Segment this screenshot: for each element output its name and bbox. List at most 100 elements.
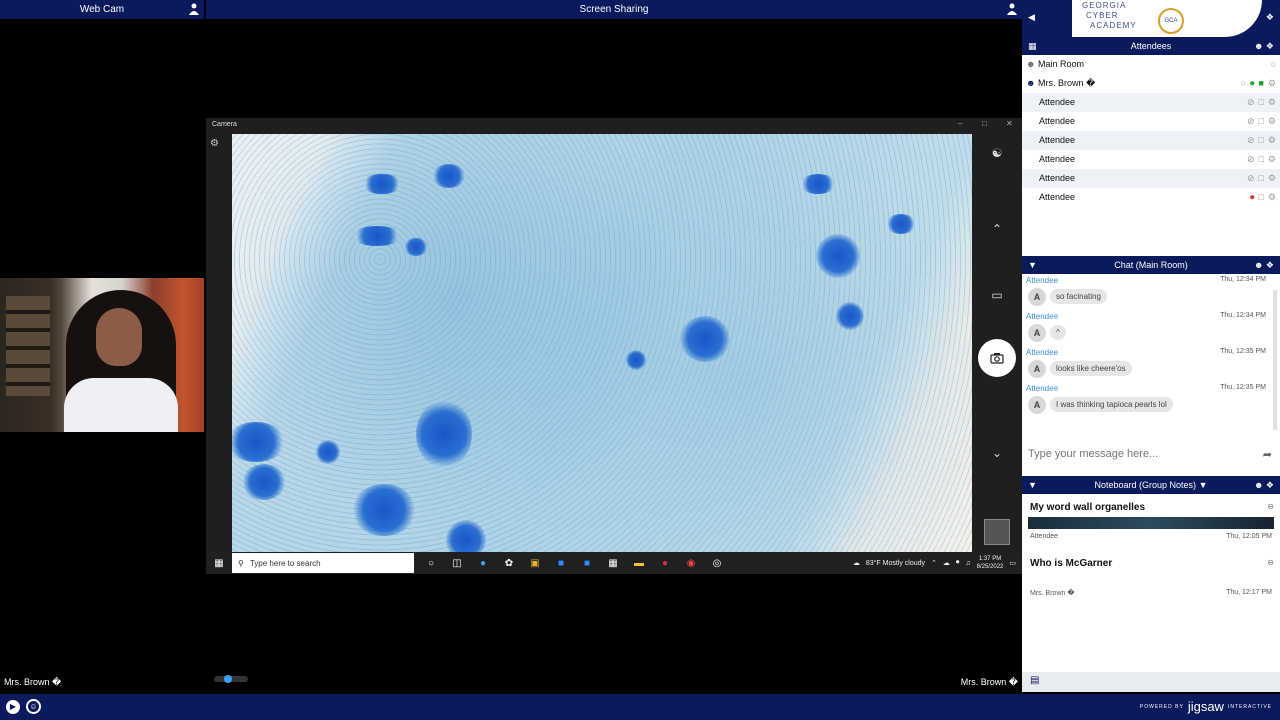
emoji-icon[interactable]: ☺ xyxy=(26,699,41,714)
video-off-icon[interactable]: □ xyxy=(1258,188,1263,207)
camera-app-icon[interactable]: ◎ xyxy=(708,554,726,572)
camera-switch-icon[interactable]: ☯ xyxy=(972,146,1022,160)
video-off-icon[interactable]: □ xyxy=(1258,150,1263,169)
gear-icon[interactable]: ⚙ xyxy=(1268,93,1276,112)
clipboard-icon[interactable]: ▤ xyxy=(1030,675,1039,686)
cloud-icon: ☁ xyxy=(942,560,950,567)
chrome-profile-icon[interactable]: ● xyxy=(656,554,674,572)
collapse-noteboard-icon[interactable]: ▼ xyxy=(1028,476,1037,494)
attendees-actions-icon[interactable]: ☻ ❖ xyxy=(1254,37,1274,55)
attendee-row[interactable]: Attendee ⊘ □ ⚙ xyxy=(1022,112,1280,131)
mic-icon: ⏺ xyxy=(955,559,960,566)
note-card[interactable]: My word wall organelles ⊖ Attendee Thu, … xyxy=(1022,502,1280,540)
chat-scrollbar[interactable] xyxy=(1273,290,1277,430)
send-icon[interactable]: ➦ xyxy=(1263,448,1272,461)
pin-icon[interactable]: ❖ xyxy=(1266,12,1274,23)
cortana-icon[interactable]: ○ xyxy=(422,554,440,572)
chat-message: Attendee Thu, 12:35 PM A I was thinking … xyxy=(1022,382,1280,418)
user-icon[interactable] xyxy=(189,3,199,15)
main-room-row[interactable]: ☻ Main Room ○ xyxy=(1022,55,1280,74)
gear-icon[interactable]: ⚙ xyxy=(1268,131,1276,150)
camera-settings-icon[interactable]: ⚙ xyxy=(210,138,219,149)
message-time: Thu, 12:35 PM xyxy=(1220,384,1266,391)
noteboard-dropdown-icon[interactable]: ▼ xyxy=(1199,480,1208,490)
zoom-slider[interactable] xyxy=(214,675,248,683)
chat-messages: Attendee Thu, 12:34 PM A so facinating A… xyxy=(1022,274,1280,434)
taskbar-clock[interactable]: 1:37 PM 8/25/2022 xyxy=(977,555,1004,571)
stained-cell xyxy=(316,440,340,464)
webcam-pane: Web Cam Mrs. Brown � xyxy=(0,0,204,692)
jigsaw-brand: POWERED BY jigsaw INTERACTIVE xyxy=(1140,699,1272,714)
slider-knob[interactable] xyxy=(224,675,232,683)
tray-chevron-icon[interactable]: ⌃ xyxy=(931,559,937,567)
maximize-icon[interactable]: □ xyxy=(982,119,987,128)
close-icon[interactable]: ✕ xyxy=(1006,119,1013,128)
note-collapse-icon[interactable]: ⊖ xyxy=(1267,558,1274,567)
noteboard-actions-icon[interactable]: ☻ ❖ xyxy=(1254,476,1274,494)
play-icon[interactable]: ▶ xyxy=(6,700,20,714)
stained-cell xyxy=(362,174,402,194)
host-row[interactable]: ☻ Mrs. Brown � ○ ⏺ ■ ⚙ xyxy=(1022,74,1280,93)
windows-start-icon[interactable]: ▦ xyxy=(206,552,232,574)
chat-actions-icon[interactable]: ☻ ❖ xyxy=(1254,256,1274,274)
zoom-meeting-icon[interactable]: ■ xyxy=(578,554,596,572)
collapse-left-icon[interactable]: ◀ xyxy=(1028,12,1035,23)
note-collapse-icon[interactable]: ⊖ xyxy=(1267,502,1274,511)
mic-muted-icon[interactable]: ⊘ xyxy=(1247,169,1255,188)
grid-icon[interactable]: ▦ xyxy=(1028,37,1037,55)
minimize-icon[interactable]: – xyxy=(958,119,962,128)
webcam-header: Web Cam xyxy=(0,0,204,19)
video-off-icon[interactable]: □ xyxy=(1258,112,1263,131)
attendee-row[interactable]: Attendee ⊘ □ ⚙ xyxy=(1022,150,1280,169)
gear-icon[interactable]: ⚙ xyxy=(1268,150,1276,169)
notifications-icon[interactable]: ▭ xyxy=(1009,559,1016,567)
video-mode-icon[interactable]: ▭ xyxy=(972,288,1022,302)
logo-header: ◀ GEORGIA CYBER ACADEMY GCA ❖ xyxy=(1022,0,1280,37)
mic-muted-icon[interactable]: ⊘ xyxy=(1247,112,1255,131)
user-icon[interactable] xyxy=(1007,3,1017,15)
mic-muted-icon[interactable]: ⊘ xyxy=(1247,150,1255,169)
task-view-icon[interactable]: ◫ xyxy=(448,554,466,572)
chat-message: Attendee Thu, 12:34 PM A so facinating xyxy=(1022,274,1280,310)
attendee-row[interactable]: Attendee ⏺ □ ⚙ xyxy=(1022,188,1280,207)
mic-on-icon[interactable]: ⏺ xyxy=(1250,74,1255,93)
attendee-row[interactable]: Attendee ⊘ □ ⚙ xyxy=(1022,93,1280,112)
zoom-icon[interactable]: ■ xyxy=(552,554,570,572)
edge-icon[interactable]: ● xyxy=(474,554,492,572)
classroom-icon[interactable]: ▦ xyxy=(604,554,622,572)
chat-message-input[interactable] xyxy=(1028,442,1256,466)
gear-icon[interactable]: ⚙ xyxy=(1268,188,1276,207)
volume-icon[interactable]: ♫ xyxy=(965,560,970,567)
camera-window-title: Camera xyxy=(212,121,237,128)
mic-active-icon[interactable]: ⏺ xyxy=(1250,188,1255,207)
take-photo-button[interactable] xyxy=(978,339,1016,377)
chrome-icon[interactable]: ◉ xyxy=(682,554,700,572)
chat-bubble-icon[interactable]: ○ xyxy=(1271,55,1276,74)
taskbar-search[interactable]: ⚲ Type here to search xyxy=(232,553,414,573)
mic-muted-icon[interactable]: ⊘ xyxy=(1247,131,1255,150)
mic-muted-icon[interactable]: ⊘ xyxy=(1247,93,1255,112)
video-off-icon[interactable]: □ xyxy=(1258,93,1263,112)
chat-bubble-icon[interactable]: ○ xyxy=(1241,74,1246,93)
chevron-up-icon[interactable]: ⌃ xyxy=(972,222,1022,236)
gear-icon[interactable]: ⚙ xyxy=(1268,169,1276,188)
store-icon[interactable]: ▣ xyxy=(526,554,544,572)
note-author: Attendee xyxy=(1030,533,1059,540)
gear-icon[interactable]: ⚙ xyxy=(1268,112,1276,131)
video-on-icon[interactable]: ■ xyxy=(1258,74,1263,93)
chevron-down-icon[interactable]: ⌄ xyxy=(972,446,1022,460)
avatar: A xyxy=(1028,360,1046,378)
video-off-icon[interactable]: □ xyxy=(1258,131,1263,150)
gear-icon[interactable]: ⚙ xyxy=(1268,74,1276,93)
video-off-icon[interactable]: □ xyxy=(1258,169,1263,188)
logo-seal: GCA xyxy=(1158,8,1184,34)
app-icon[interactable]: ✿ xyxy=(500,554,518,572)
file-explorer-icon[interactable]: ▬ xyxy=(630,554,648,572)
collapse-chat-icon[interactable]: ▼ xyxy=(1028,256,1037,274)
attendee-row[interactable]: Attendee ⊘ □ ⚙ xyxy=(1022,131,1280,150)
presenter-shirt xyxy=(64,378,178,432)
last-photo-thumbnail[interactable] xyxy=(984,519,1010,545)
note-title: Who is McGarner xyxy=(1030,558,1113,569)
attendee-row[interactable]: Attendee ⊘ □ ⚙ xyxy=(1022,169,1280,188)
note-card[interactable]: Who is McGarner ⊖ Mrs. Brown � Thu, 12:1… xyxy=(1022,558,1280,597)
